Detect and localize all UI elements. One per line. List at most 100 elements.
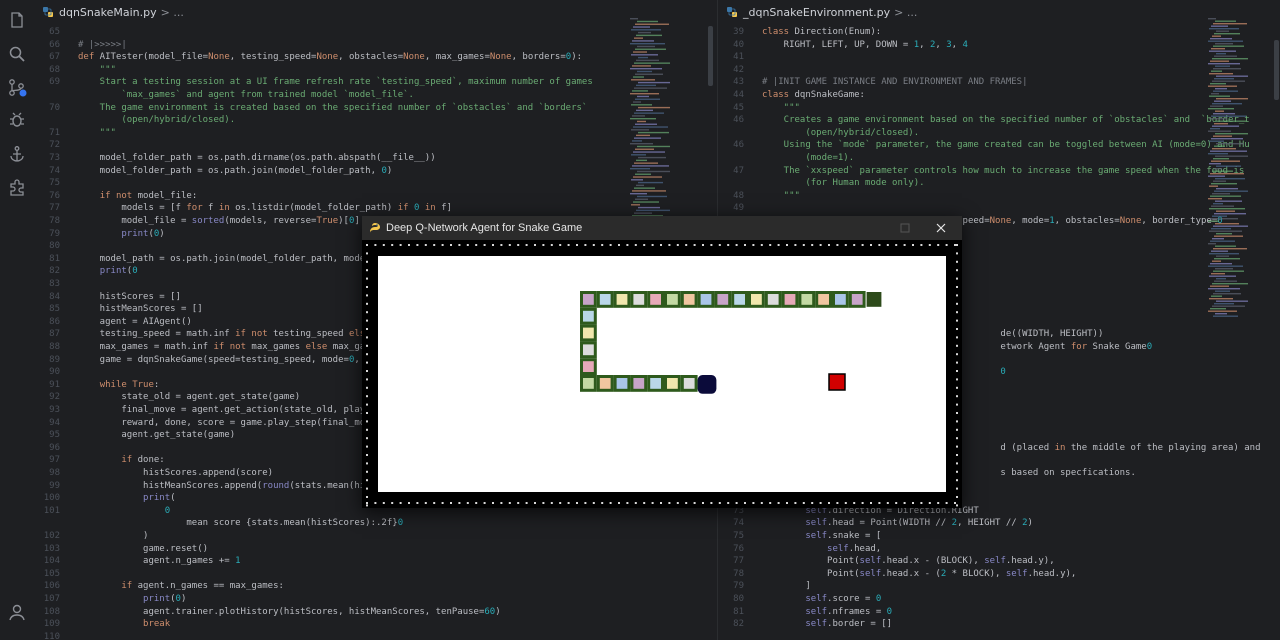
editor-tab-environment[interactable]: _dqnSnakeEnvironment.py > ... <box>718 0 1280 24</box>
minimap-line <box>634 187 655 189</box>
border-dot <box>769 502 772 504</box>
minimap-line <box>1210 218 1238 220</box>
minimap-line <box>638 106 670 109</box>
maximize-icon <box>900 223 910 233</box>
minimap-line <box>1210 195 1241 197</box>
minimap-line <box>1216 188 1238 190</box>
border-dot <box>956 386 958 389</box>
minimap-line <box>1212 58 1248 60</box>
border-dot <box>895 502 898 504</box>
code-text: if agent.n_games == max_games: <box>121 581 284 592</box>
snake-segment-fill <box>734 294 745 305</box>
border-dot <box>366 403 368 406</box>
border-dot <box>928 244 931 246</box>
minimap-line <box>1214 235 1243 237</box>
minimap-line <box>1208 130 1231 132</box>
files-icon[interactable] <box>7 10 27 30</box>
border-dot <box>727 244 730 246</box>
maximize-button[interactable] <box>890 216 920 240</box>
minimap-line <box>1208 85 1237 87</box>
minimap-line <box>1216 53 1226 55</box>
code-text: agent.get_state(game) <box>78 430 236 441</box>
code-text: self.snake = [ <box>805 531 882 541</box>
border-dot <box>508 502 511 504</box>
code-text: `max_games` and agent from trained model… <box>78 90 414 100</box>
border-dot <box>458 244 461 246</box>
border-dot <box>920 244 923 246</box>
minimap-line <box>635 73 663 75</box>
minimap-line <box>1212 148 1236 150</box>
minimap-line <box>1215 200 1242 202</box>
border-dot <box>937 244 940 246</box>
minimap-line <box>638 31 651 34</box>
border-dot <box>903 244 906 246</box>
scrollbar[interactable] <box>708 26 713 86</box>
minimap-line <box>1211 160 1240 162</box>
account-icon[interactable] <box>7 602 27 622</box>
border-dot <box>956 353 958 356</box>
minimap-line <box>637 170 670 173</box>
minimap-line <box>638 181 663 184</box>
debug-icon[interactable] <box>7 110 27 130</box>
border-dot <box>366 437 368 440</box>
minimap-line <box>638 131 669 134</box>
border-dot <box>609 502 612 504</box>
minimap-line <box>1208 108 1234 110</box>
minimap-line <box>1214 100 1231 102</box>
minimap-line <box>1214 33 1240 35</box>
minimap-line <box>1211 48 1225 50</box>
snake-segment-fill <box>583 344 594 356</box>
minimap-line <box>633 51 647 53</box>
minimap-line <box>1212 305 1245 307</box>
border-dot <box>416 502 419 504</box>
source-control-icon[interactable] <box>7 78 27 98</box>
game-titlebar[interactable]: Deep Q-Network Agent for Snake Game <box>362 216 962 240</box>
line-number: 77 <box>733 556 744 567</box>
tab-label: dqnSnakeMain.py <box>59 5 157 19</box>
close-button[interactable] <box>926 216 956 240</box>
border-dot <box>508 244 511 246</box>
code-text: class Direction(Enum): <box>762 27 882 37</box>
border-dot <box>366 353 368 356</box>
border-dot <box>391 244 394 246</box>
minimap-line <box>1215 43 1233 45</box>
border-dot <box>399 502 402 504</box>
anchor-icon[interactable] <box>7 144 27 164</box>
snake-segment-fill <box>851 294 863 305</box>
border-dot <box>366 344 368 347</box>
code-text: print(0 <box>99 266 138 277</box>
minimap-line <box>1208 288 1240 290</box>
border-dot <box>760 244 763 246</box>
border-dot <box>483 502 486 504</box>
minimap-line <box>1210 150 1247 152</box>
border-dot <box>718 502 721 504</box>
border-dot <box>956 294 958 297</box>
code-text: 0 <box>164 505 171 516</box>
line-number: 109 <box>43 619 60 630</box>
minimap-line <box>632 90 648 92</box>
minimap-line <box>1213 293 1241 295</box>
search-icon[interactable] <box>7 44 27 64</box>
close-icon <box>936 223 946 233</box>
scrollbar[interactable] <box>1274 40 1279 100</box>
border-dot <box>912 502 914 504</box>
border-dot <box>956 336 958 339</box>
extensions-icon[interactable] <box>7 177 27 197</box>
border-dot <box>550 502 553 504</box>
border-dot <box>886 244 889 246</box>
minimap[interactable] <box>1208 18 1248 318</box>
minimap-line <box>1214 123 1228 125</box>
border-dot <box>450 244 452 246</box>
line-number: 106 <box>43 581 60 592</box>
minimap-line <box>630 143 653 145</box>
code-text: self.nframes = 0 <box>805 606 893 617</box>
minimap-line <box>1208 265 1243 267</box>
editor-tab-main[interactable]: dqnSnakeMain.py > ... <box>34 0 716 24</box>
minimap-line <box>1211 183 1237 185</box>
border-dot <box>382 244 385 246</box>
code-text: (mode=1). <box>762 153 855 163</box>
minimap-line <box>633 26 650 28</box>
minimap-line <box>630 18 638 20</box>
border-dot <box>956 462 958 465</box>
line-number: 68 <box>49 64 60 75</box>
